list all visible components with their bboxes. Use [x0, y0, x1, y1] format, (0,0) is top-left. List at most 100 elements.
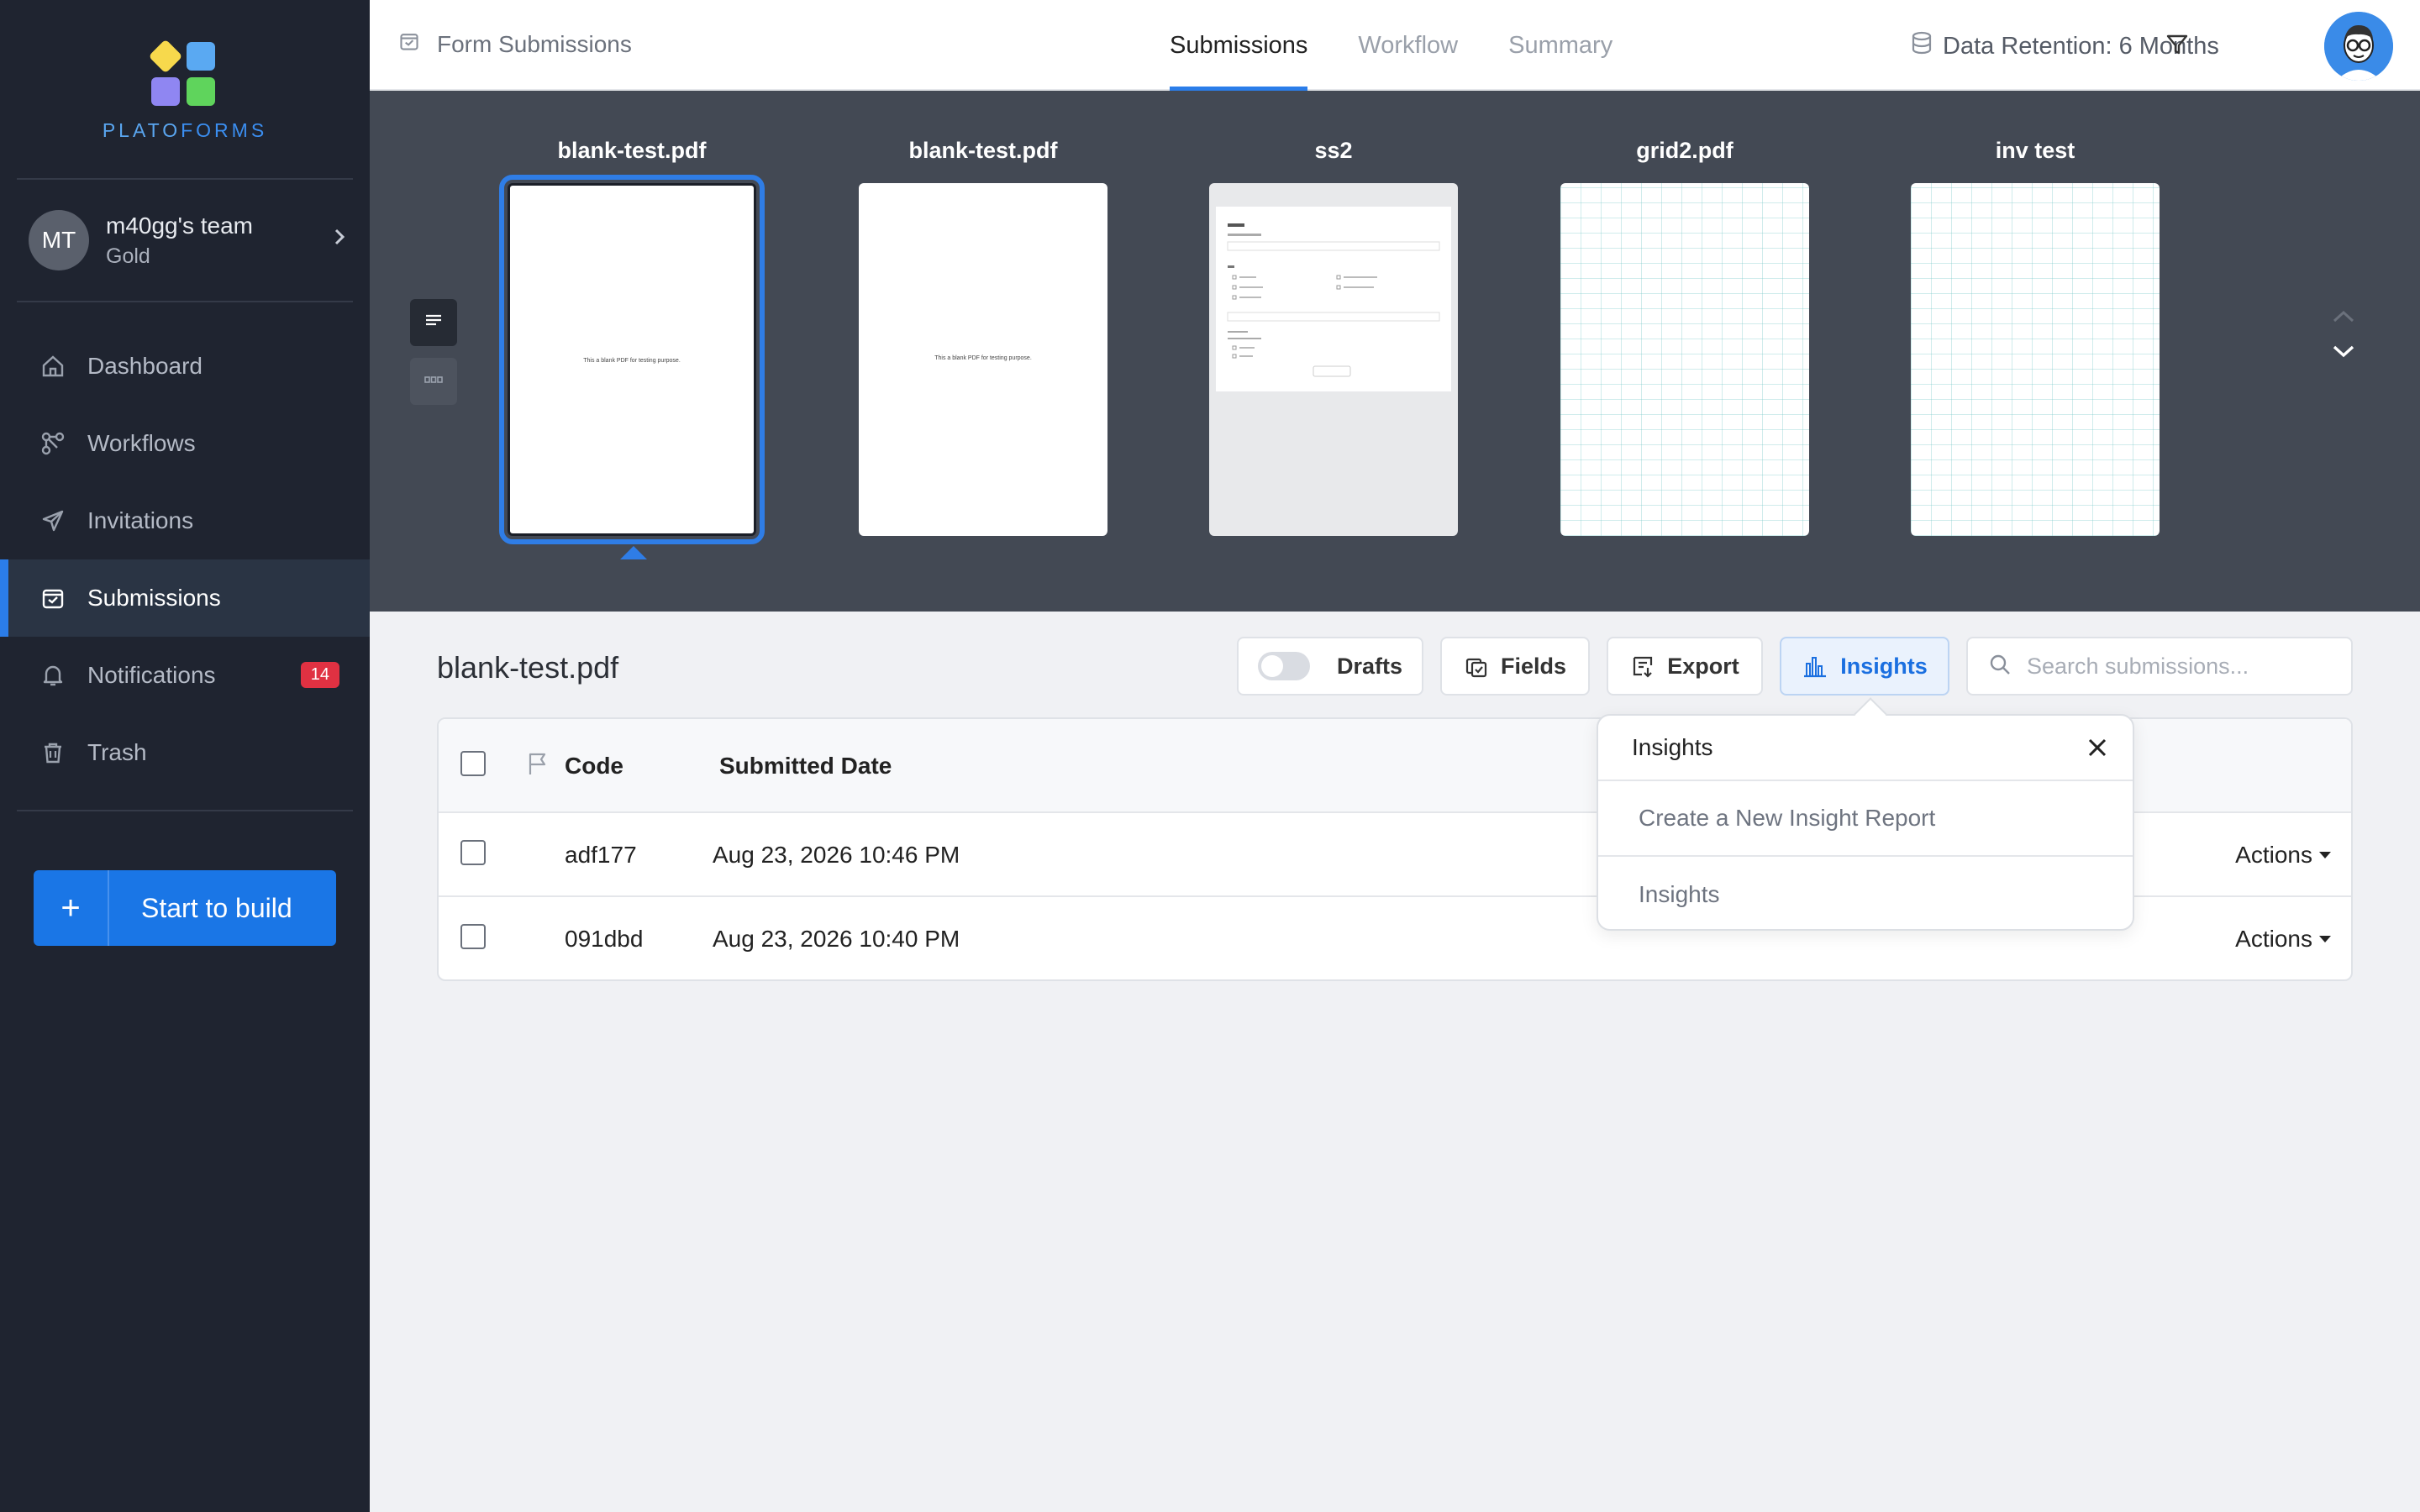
form-thumbnail-page[interactable] [1911, 183, 2160, 536]
fields-button[interactable]: Fields [1440, 637, 1590, 696]
logo[interactable]: PLATOFORMS [0, 39, 370, 142]
logo-text: PLATOFORMS [0, 119, 370, 142]
flag-icon[interactable] [526, 751, 550, 780]
form-thumbnail-page[interactable]: This a blank PDF for testing purpose. [499, 175, 765, 544]
sidebar-item-label: Submissions [87, 585, 221, 611]
insights-button[interactable]: Insights [1780, 637, 1949, 696]
insights-popover: Insights Create a New Insight Report Ins… [1597, 714, 2134, 931]
grid-icon [423, 369, 445, 395]
search-input[interactable] [2027, 653, 2329, 680]
popover-title: Insights [1632, 734, 1713, 760]
inbox-icon [398, 30, 420, 58]
sidebar-item-notifications[interactable]: Notifications 14 [0, 637, 370, 714]
search-box[interactable] [1966, 637, 2353, 696]
actions-label: Actions [2235, 842, 2312, 868]
form-thumbnail-title: ss2 [1314, 138, 1353, 163]
row-checkbox[interactable] [460, 840, 486, 865]
form-thumbnail-page[interactable] [1209, 183, 1458, 536]
sidebar-item-label: Notifications [87, 662, 216, 688]
form-thumbnail[interactable]: grid2.pdf [1559, 138, 1811, 536]
divider [17, 810, 353, 811]
drafts-toggle[interactable]: Drafts [1237, 637, 1423, 696]
notification-count-badge: 14 [300, 662, 339, 688]
cell-code: 091dbd [565, 926, 644, 952]
actions-label: Actions [2235, 926, 2312, 952]
cell-code: adf177 [565, 842, 637, 868]
form-thumbnail[interactable]: blank-test.pdf This a blank PDF for test… [857, 138, 1109, 536]
sidebar-item-invitations[interactable]: Invitations [0, 482, 370, 559]
actions-dropdown[interactable]: Actions [2235, 842, 2331, 869]
chevron-down-icon[interactable] [2331, 344, 2356, 365]
fields-label: Fields [1500, 653, 1567, 679]
bell-icon [39, 661, 67, 690]
list-view-button[interactable] [410, 299, 457, 346]
form-thumbnail[interactable]: inv test [1909, 138, 2161, 536]
actions-dropdown[interactable]: Actions [2235, 926, 2331, 953]
sidebar-item-submissions[interactable]: Submissions [0, 559, 370, 637]
sidebar-item-dashboard[interactable]: Dashboard [0, 328, 370, 405]
grid-view-button[interactable] [410, 358, 457, 405]
team-name: m40gg's team [106, 212, 253, 239]
team-plan: Gold [106, 244, 150, 268]
column-header-submitted-date[interactable]: Submitted Date [719, 753, 892, 780]
inbox-icon [39, 584, 67, 612]
export-label: Export [1667, 653, 1739, 679]
close-icon[interactable] [2086, 736, 2109, 765]
sidebar-item-label: Invitations [87, 507, 194, 533]
sidebar-item-trash[interactable]: Trash [0, 714, 370, 791]
logo-text-left: PLATO [102, 119, 182, 141]
sidebar-item-label: Workflows [87, 430, 196, 456]
row-checkbox[interactable] [460, 924, 486, 949]
workflow-icon [39, 429, 67, 458]
list-icon [423, 310, 445, 336]
select-all-checkbox[interactable] [460, 751, 486, 776]
insights-item[interactable]: Insights [1598, 857, 2133, 932]
breadcrumb[interactable]: Form Submissions [398, 30, 632, 58]
divider [17, 301, 353, 302]
form-preview-image [1216, 207, 1451, 391]
page-preview-text: This a blank PDF for testing purpose. [934, 355, 1032, 361]
sidebar-nav: Dashboard Workflows Invitations Submissi… [0, 328, 370, 791]
logo-text-right: FORMS [181, 119, 268, 141]
platoforms-logo-icon [148, 39, 218, 108]
start-to-build-label: Start to build [141, 892, 292, 923]
team-avatar: MT [29, 210, 89, 270]
form-thumbnail-page[interactable]: This a blank PDF for testing purpose. [859, 183, 1107, 536]
sidebar: PLATOFORMS MT m40gg's team Gold Dashboar… [0, 0, 370, 1512]
column-header-code[interactable]: Code [565, 753, 623, 780]
user-avatar[interactable] [2324, 12, 2393, 81]
strip-scroll-controls [2331, 307, 2356, 365]
sidebar-item-workflows[interactable]: Workflows [0, 405, 370, 482]
divider [17, 178, 353, 180]
cell-submitted-date: Aug 23, 2026 10:40 PM [713, 926, 960, 952]
form-thumbnail-title: grid2.pdf [1636, 138, 1733, 163]
export-icon [1630, 654, 1655, 679]
form-thumbnail-page[interactable] [1560, 183, 1809, 536]
form-thumbnail[interactable]: blank-test.pdf This a blank PDF for test… [499, 138, 765, 559]
drafts-switch[interactable] [1257, 652, 1310, 680]
header: Form Submissions Submissions Workflow Su… [370, 0, 2420, 91]
popover-header: Insights [1598, 716, 2133, 781]
drafts-label: Drafts [1336, 653, 1403, 679]
form-thumbnail-title: blank-test.pdf [908, 138, 1058, 163]
cell-submitted-date: Aug 23, 2026 10:46 PM [713, 842, 960, 868]
page-title: blank-test.pdf [437, 650, 619, 685]
chevron-up-icon[interactable] [2331, 307, 2356, 328]
tab-workflow[interactable]: Workflow [1358, 0, 1458, 91]
create-insight-report-item[interactable]: Create a New Insight Report [1598, 781, 2133, 857]
export-button[interactable]: Export [1607, 637, 1763, 696]
tab-bar: Submissions Workflow Summary [1170, 0, 1663, 91]
caret-down-icon [2319, 852, 2331, 858]
filter-icon[interactable] [2165, 32, 2190, 61]
tab-submissions[interactable]: Submissions [1170, 0, 1308, 91]
home-icon [39, 352, 67, 381]
tab-summary[interactable]: Summary [1508, 0, 1612, 91]
start-to-build-button[interactable]: + Start to build [34, 870, 336, 946]
form-thumbnail[interactable]: ss2 [1207, 138, 1460, 536]
form-thumbnail-title: blank-test.pdf [557, 138, 707, 163]
team-switcher[interactable]: MT m40gg's team Gold [29, 207, 348, 274]
form-thumbnail-title: inv test [1995, 138, 2075, 163]
bar-chart-icon [1802, 654, 1828, 679]
search-icon [1988, 653, 2012, 680]
send-icon [39, 507, 67, 535]
